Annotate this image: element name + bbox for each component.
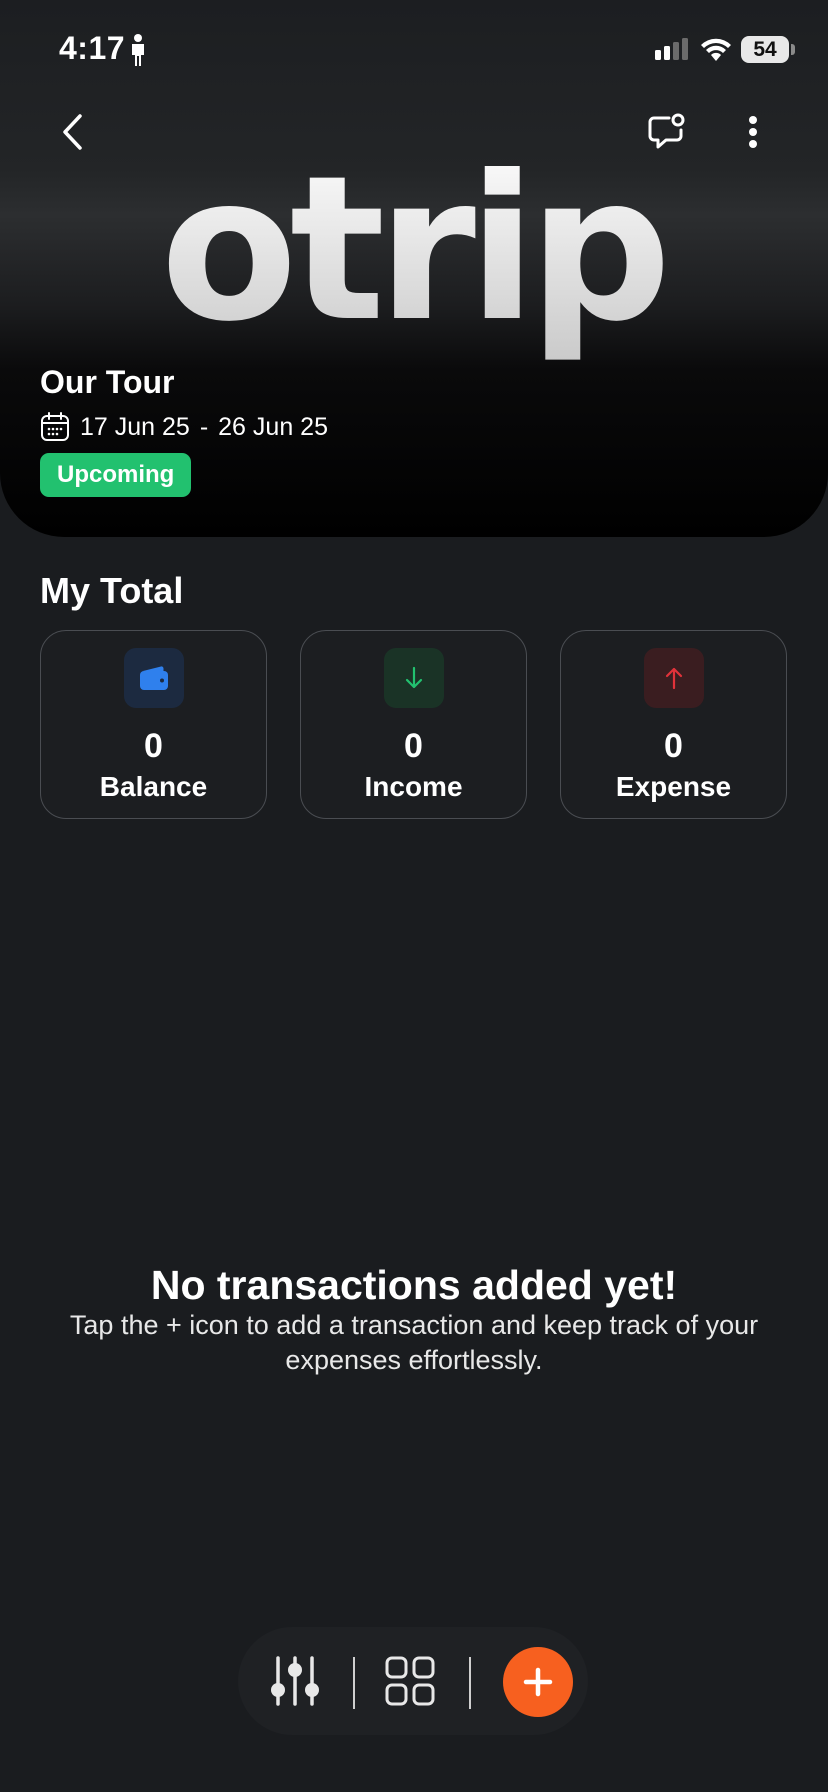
expense-icon-box [644,648,704,708]
status-time: 4:17 [59,30,126,66]
otrip-logo: otrip [160,150,671,360]
income-label: Income [364,771,463,802]
grid-icon[interactable] [385,1656,435,1706]
balance-card[interactable]: 0 Balance [40,630,267,819]
income-value: 0 [404,727,423,765]
balance-value: 0 [144,727,163,765]
person-icon [132,34,144,66]
wallet-icon-box [124,648,184,708]
trip-date-range: 17 Jun 25 - 26 Jun 25 [40,412,328,442]
status-badge: Upcoming [40,453,192,497]
wallet-icon [140,666,168,690]
income-card[interactable]: 0 Income [300,630,527,819]
section-title-my-total: My Total [40,570,184,611]
calendar-icon [41,412,69,441]
plus-icon [523,1667,553,1697]
battery-tip [791,44,795,55]
wifi-icon [701,38,731,61]
arrow-down-icon [405,666,423,689]
sliders-icon[interactable] [268,1654,322,1708]
empty-state-title: No transactions added yet! [150,1262,678,1308]
logo-text: otrip [160,150,663,360]
income-icon-box [384,648,444,708]
balance-label: Balance [99,771,208,802]
trip-title: Our Tour [40,364,175,400]
expense-label: Expense [615,771,732,802]
chevron-left-icon [63,114,82,150]
expense-value: 0 [664,727,683,765]
trip-header-card: 4:17 54 otrip Our Tour 17 Jun 25 - 26 Ju… [0,0,828,537]
bar-divider [353,1657,355,1709]
more-vertical-icon [749,116,757,148]
date-separator: - [199,412,209,441]
date-end: 26 Jun 25 [218,412,328,441]
add-transaction-button[interactable] [503,1647,573,1717]
battery-indicator: 54 [741,36,789,63]
status-bar: 4:17 54 [0,0,828,100]
arrow-up-icon [665,667,683,690]
empty-state-description: Tap the + icon to add a transaction and … [69,1310,759,1375]
bar-divider [469,1657,471,1709]
bottom-action-bar [238,1627,588,1735]
chat-bubble-icon [648,113,685,149]
date-start: 17 Jun 25 [80,412,190,441]
expense-card[interactable]: 0 Expense [560,630,787,819]
cellular-signal-icon [655,38,688,60]
